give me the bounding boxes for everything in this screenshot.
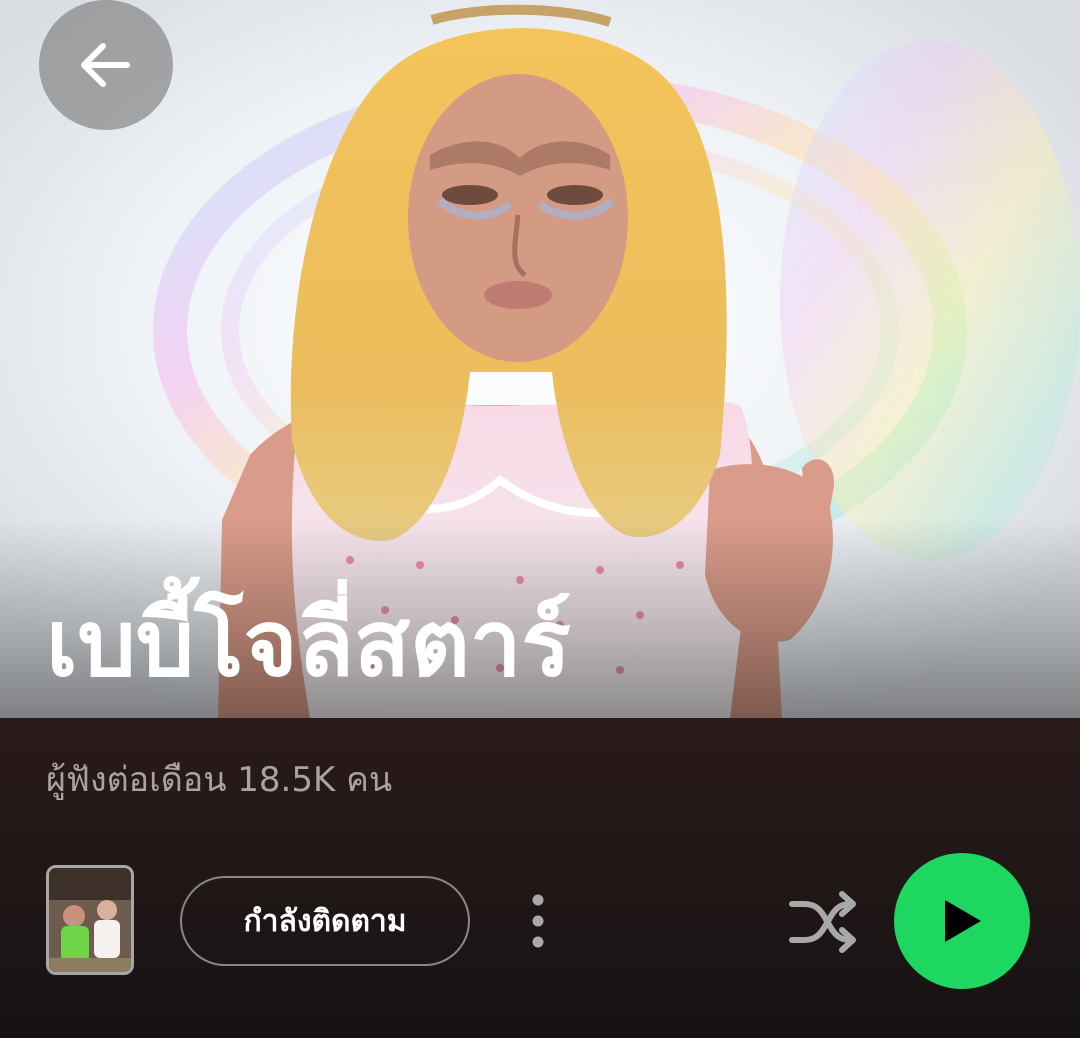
monthly-listeners: ผู้ฟังต่อเดือน 18.5K คน: [46, 760, 393, 800]
shuffle-button[interactable]: [782, 886, 862, 958]
follow-button-label: กำลังติดตาม: [243, 903, 407, 939]
shuffle-icon: [789, 891, 856, 953]
follow-button[interactable]: กำลังติดตาม: [180, 876, 470, 966]
play-icon: [945, 900, 981, 942]
vertical-dots-icon: [532, 894, 544, 948]
thumbnail-image: [49, 868, 131, 972]
back-button[interactable]: [39, 0, 173, 130]
arrow-left-icon: [81, 43, 130, 87]
artist-name: เบบี้โจลี่สตาร์: [46, 590, 571, 697]
artist-pick-thumbnail[interactable]: [46, 865, 134, 975]
more-options-button[interactable]: [514, 888, 562, 954]
play-button[interactable]: [894, 853, 1030, 989]
artist-hero: เบบี้โจลี่สตาร์: [0, 0, 1080, 718]
